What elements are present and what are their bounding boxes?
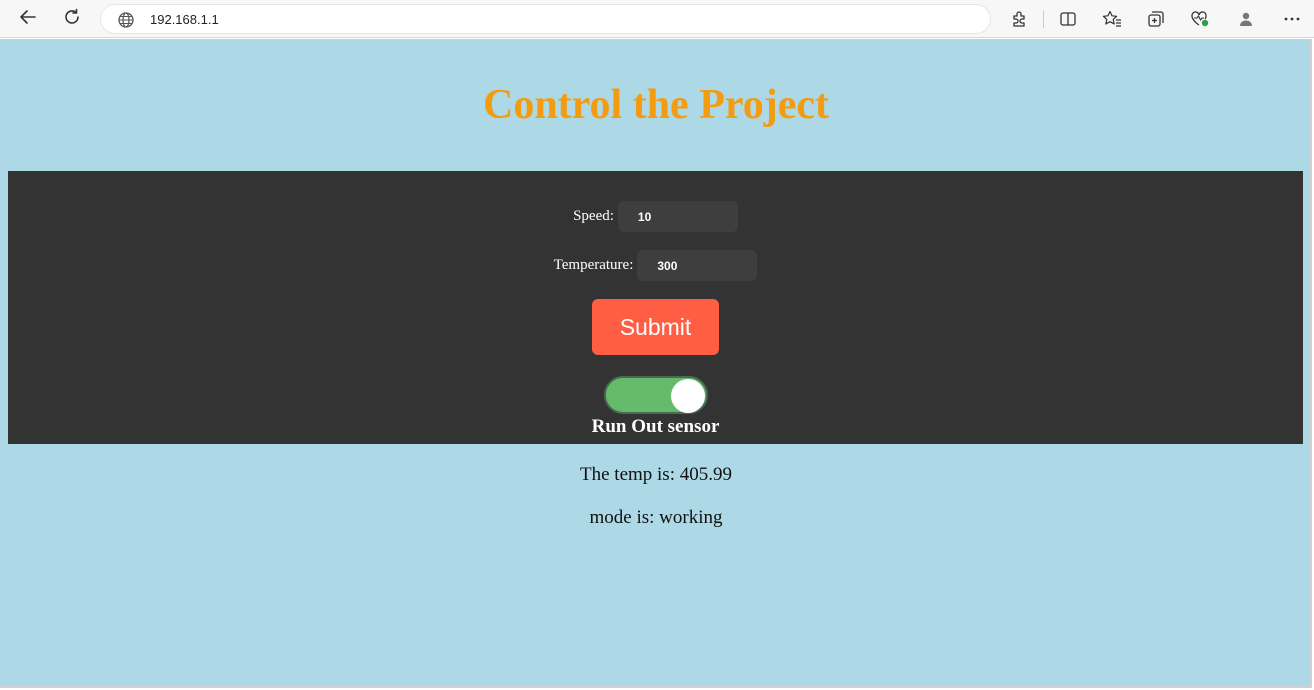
back-button[interactable] bbox=[14, 5, 42, 33]
submit-button[interactable]: Submit bbox=[592, 299, 719, 355]
control-panel: Speed: Temperature: Submit Run Out senso… bbox=[8, 171, 1303, 444]
refresh-button[interactable] bbox=[58, 5, 86, 33]
temperature-label: Temperature: bbox=[553, 257, 634, 273]
extensions-icon[interactable] bbox=[1008, 8, 1030, 30]
back-arrow-icon bbox=[19, 8, 37, 31]
page-body: Control the Project Speed: Temperature: … bbox=[0, 39, 1312, 688]
temp-status: The temp is: 405.99 bbox=[580, 464, 732, 485]
run-out-sensor-label: Run Out sensor bbox=[591, 416, 720, 437]
refresh-icon bbox=[63, 8, 81, 31]
speed-input[interactable] bbox=[617, 201, 738, 232]
page-title: Control the Project bbox=[482, 82, 829, 128]
temperature-input[interactable] bbox=[637, 250, 758, 281]
favorites-icon[interactable] bbox=[1101, 8, 1123, 30]
browser-toolbar: 192.168.1.1 bbox=[0, 0, 1314, 38]
run-out-sensor-toggle[interactable] bbox=[604, 376, 708, 414]
address-bar[interactable]: 192.168.1.1 bbox=[100, 4, 991, 34]
speed-label: Speed: bbox=[573, 208, 614, 224]
more-icon[interactable] bbox=[1281, 8, 1303, 30]
url-text: 192.168.1.1 bbox=[150, 12, 219, 27]
temperature-row: Temperature: bbox=[8, 250, 1303, 281]
toggle-knob bbox=[671, 379, 705, 413]
speed-row: Speed: bbox=[8, 201, 1303, 232]
collections-icon[interactable] bbox=[1145, 8, 1167, 30]
toolbar-divider bbox=[1043, 10, 1044, 28]
mode-status: mode is: working bbox=[589, 507, 723, 528]
profile-icon[interactable] bbox=[1235, 8, 1257, 30]
split-screen-icon[interactable] bbox=[1057, 8, 1079, 30]
globe-icon bbox=[117, 11, 135, 29]
browser-essentials-icon[interactable] bbox=[1189, 8, 1211, 30]
